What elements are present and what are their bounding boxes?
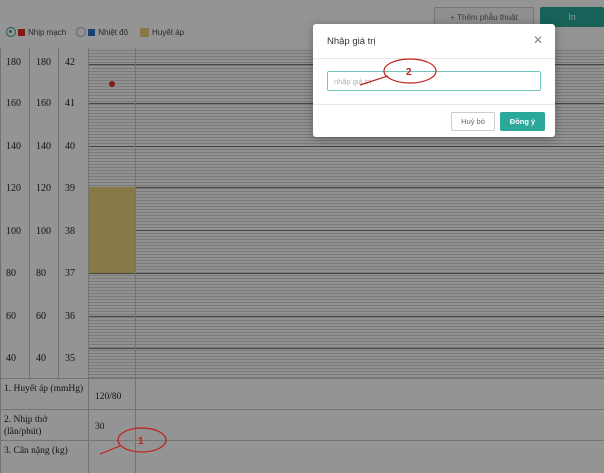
cancel-button[interactable]: Huỷ bỏ [451,112,495,131]
value-input[interactable] [327,71,541,91]
close-icon[interactable]: ✕ [531,33,545,47]
dialog-title: Nhập giá trị [327,36,376,47]
confirm-button[interactable]: Đồng ý [500,112,545,131]
vital-signs-chart-page: Nhịp mạch Nhiệt độ Huyết áp + Thêm phẫu … [0,0,604,473]
divider [313,58,555,59]
divider [313,104,555,105]
input-value-dialog: Nhập giá trị ✕ Huỷ bỏ Đồng ý [313,24,555,137]
